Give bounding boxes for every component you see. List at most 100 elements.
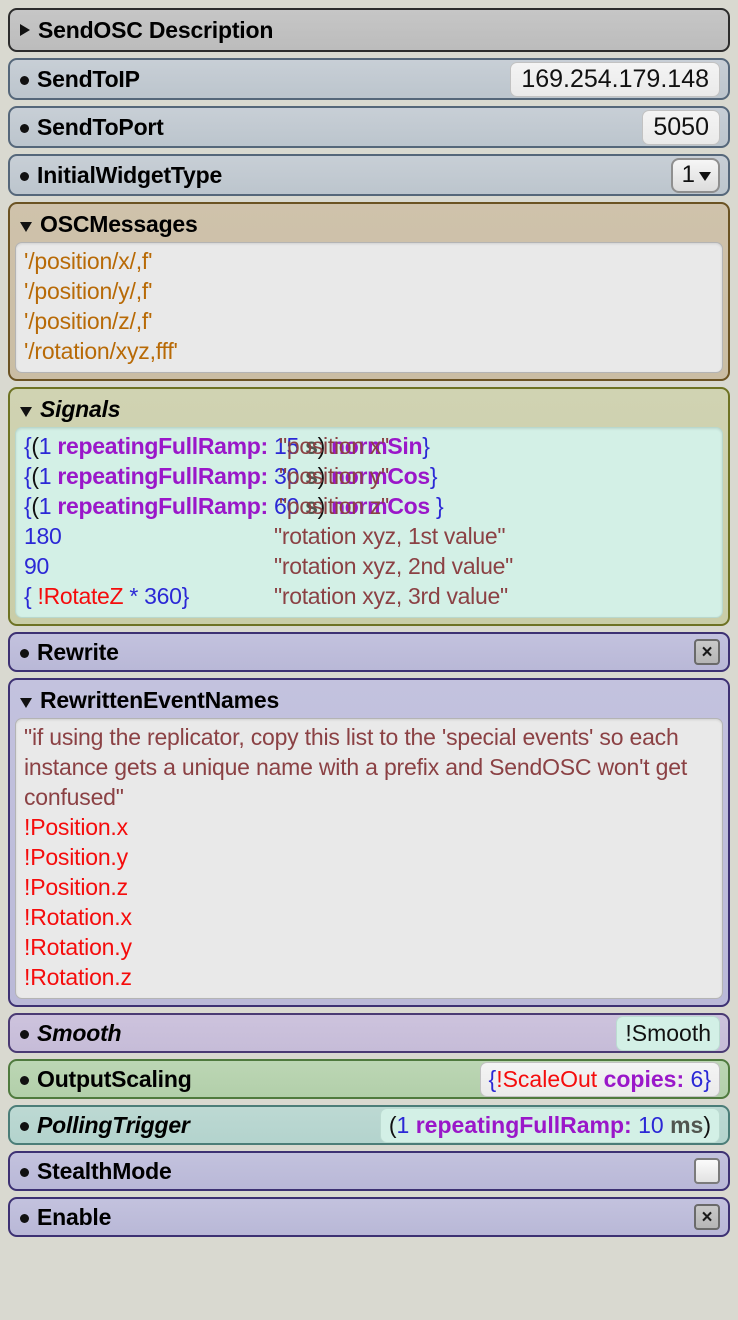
code-token: * [123, 583, 145, 609]
code-token: 10 [638, 1111, 664, 1138]
row-rewrite[interactable]: Rewrite × [8, 632, 730, 672]
osc-message-line: '/position/z/,f' [24, 308, 153, 334]
signal-expression: 180 [24, 521, 274, 551]
smooth-value[interactable]: !Smooth [616, 1015, 720, 1051]
osc-message-line: '/position/y/,f' [24, 278, 153, 304]
initial-widget-type-dropdown[interactable]: 1 [670, 157, 720, 193]
code-token: ( [388, 1111, 397, 1138]
code-token: } [422, 433, 430, 459]
rewritten-event-name: !Position.z [24, 874, 128, 900]
code-token: copies: [603, 1065, 685, 1092]
code-token: ) [703, 1111, 711, 1138]
bullet-icon [20, 1075, 29, 1085]
osc-messages-header[interactable]: OSCMessages [15, 208, 723, 242]
bullet-icon [20, 1213, 29, 1223]
sendosc-properties-panel: SendOSC Description SendToIP 169.254.179… [0, 0, 738, 1320]
code-token: 1 [396, 1111, 410, 1138]
group-signals: Signals {(1 repeatingFullRamp: 15 s) nor… [8, 387, 730, 626]
bullet-icon [20, 1121, 29, 1131]
row-send-to-ip[interactable]: SendToIP 169.254.179.148 [8, 58, 730, 100]
rewritten-event-names-title: RewrittenEventNames [40, 687, 280, 713]
code-token: !RotateZ [37, 583, 124, 609]
bullet-icon [20, 1167, 29, 1177]
signal-comment: "position x" [279, 433, 389, 459]
signal-line: 180 "rotation xyz, 1st value" [24, 521, 714, 551]
output-scaling-label: OutputScaling [37, 1065, 192, 1092]
row-initial-widget-type[interactable]: InitialWidgetType 1 [8, 154, 730, 196]
signal-line: {(1 repeatingFullRamp: 60 s) normCos } "p… [24, 491, 714, 521]
code-token: repeatingFullRamp: [57, 493, 268, 519]
triangle-down-icon[interactable] [20, 697, 32, 708]
dropdown-value: 1 [681, 160, 695, 188]
page-title: SendOSC Description [38, 16, 274, 43]
enable-label: Enable [37, 1203, 112, 1230]
signals-header[interactable]: Signals [15, 393, 723, 427]
rewritten-event-name: !Rotation.y [24, 934, 132, 960]
signal-comment: "rotation xyz, 1st value" [274, 523, 506, 549]
code-token: ( [31, 433, 39, 459]
code-token: 1 [38, 433, 52, 459]
check-x-icon: × [701, 1206, 713, 1228]
initial-widget-type-label: InitialWidgetType [37, 161, 223, 188]
code-token: ms [670, 1111, 704, 1138]
bullet-icon [20, 648, 29, 658]
bullet-icon [20, 123, 29, 133]
row-enable[interactable]: Enable × [8, 1197, 730, 1237]
send-to-port-value[interactable]: 5050 [642, 109, 720, 145]
signals-editor[interactable]: {(1 repeatingFullRamp: 15 s) normSin} "po… [15, 427, 723, 618]
chevron-down-icon [699, 172, 711, 181]
signal-comment: "position y" [279, 463, 389, 489]
code-token: } [429, 463, 438, 489]
rewritten-event-name: !Rotation.x [24, 904, 132, 930]
signal-line: {(1 repeatingFullRamp: 30 s) normCos} "po… [24, 461, 714, 491]
signal-expression: {(1 repeatingFullRamp: 15 s) normSin} [24, 431, 430, 461]
bullet-icon [20, 171, 29, 181]
osc-messages-editor[interactable]: '/position/x/,f' '/position/y/,f' '/positi… [15, 242, 723, 373]
signal-expression: {(1 repeatingFullRamp: 60 s) normCos } [24, 491, 444, 521]
rewritten-event-names-header[interactable]: RewrittenEventNames [15, 684, 723, 718]
rewritten-event-name: !Rotation.z [24, 964, 132, 990]
signal-line: {(1 repeatingFullRamp: 15 s) normSin} "po… [24, 431, 714, 461]
row-smooth[interactable]: Smooth !Smooth [8, 1013, 730, 1053]
output-scaling-value[interactable]: {!ScaleOut copies: 6} [479, 1061, 720, 1097]
rewritten-event-names-editor[interactable]: "if using the replicator, copy this list… [15, 718, 723, 999]
signal-comment: "rotation xyz, 2nd value" [274, 553, 513, 579]
rewritten-event-name: !Position.y [24, 844, 128, 870]
code-token: 180 [24, 523, 62, 549]
row-stealth-mode[interactable]: StealthMode [8, 1151, 730, 1191]
code-token: repeatingFullRamp: [57, 433, 268, 459]
bullet-icon [20, 75, 29, 85]
code-token: ( [31, 493, 39, 519]
polling-trigger-value[interactable]: (1 repeatingFullRamp: 10 ms) [379, 1107, 720, 1143]
code-token: 360} [144, 583, 189, 609]
stealth-mode-checkbox[interactable] [694, 1158, 720, 1184]
group-osc-messages: OSCMessages '/position/x/,f' '/position/y… [8, 202, 730, 381]
enable-checkbox[interactable]: × [694, 1204, 720, 1230]
row-polling-trigger[interactable]: PollingTrigger (1 repeatingFullRamp: 10 … [8, 1105, 730, 1145]
triangle-right-icon[interactable] [20, 24, 30, 36]
rewrite-checkbox[interactable]: × [694, 639, 720, 665]
signal-line: 90 "rotation xyz, 2nd value" [24, 551, 714, 581]
osc-message-line: '/rotation/xyz,fff' [24, 338, 178, 364]
row-send-to-port[interactable]: SendToPort 5050 [8, 106, 730, 148]
signal-expression: { !RotateZ * 360} [24, 581, 274, 611]
group-rewritten-event-names: RewrittenEventNames "if using the replic… [8, 678, 730, 1007]
triangle-down-icon[interactable] [20, 221, 32, 232]
send-to-port-label: SendToPort [37, 113, 164, 140]
stealth-mode-label: StealthMode [37, 1157, 172, 1184]
send-to-ip-value[interactable]: 169.254.179.148 [510, 61, 720, 97]
smooth-label: Smooth [37, 1019, 122, 1046]
code-token: !ScaleOut [496, 1065, 598, 1092]
signal-expression: {(1 repeatingFullRamp: 30 s) normCos} [24, 461, 438, 491]
osc-message-line: '/position/x/,f' [24, 248, 153, 274]
code-token: 90 [24, 553, 49, 579]
signal-comment: "position z" [279, 493, 389, 519]
code-token: { [24, 583, 38, 609]
code-token: 6 [690, 1065, 704, 1092]
osc-messages-title: OSCMessages [40, 211, 198, 237]
sendosc-description-header[interactable]: SendOSC Description [8, 8, 730, 52]
signal-comment: "rotation xyz, 3rd value" [274, 583, 508, 609]
code-token: } [703, 1065, 711, 1092]
row-output-scaling[interactable]: OutputScaling {!ScaleOut copies: 6} [8, 1059, 730, 1099]
triangle-down-icon[interactable] [20, 406, 32, 417]
